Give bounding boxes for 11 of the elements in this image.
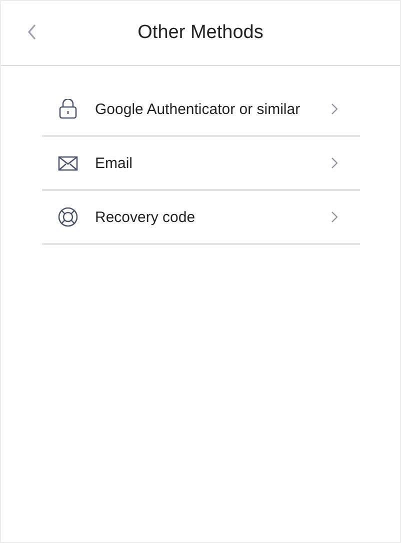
- back-icon: [27, 23, 37, 41]
- method-item[interactable]: Email: [42, 137, 360, 191]
- method-item[interactable]: Google Authenticator or similar: [42, 83, 360, 137]
- chevron-right-icon: [331, 211, 338, 223]
- method-item[interactable]: Recovery code: [42, 191, 360, 245]
- page-title: Other Methods: [138, 22, 264, 44]
- chevron-right-icon: [331, 157, 338, 169]
- email-icon: [58, 156, 78, 170]
- lifebuoy-icon: [58, 207, 78, 227]
- chevron-right-icon: [331, 103, 338, 115]
- lock-icon: [59, 99, 77, 119]
